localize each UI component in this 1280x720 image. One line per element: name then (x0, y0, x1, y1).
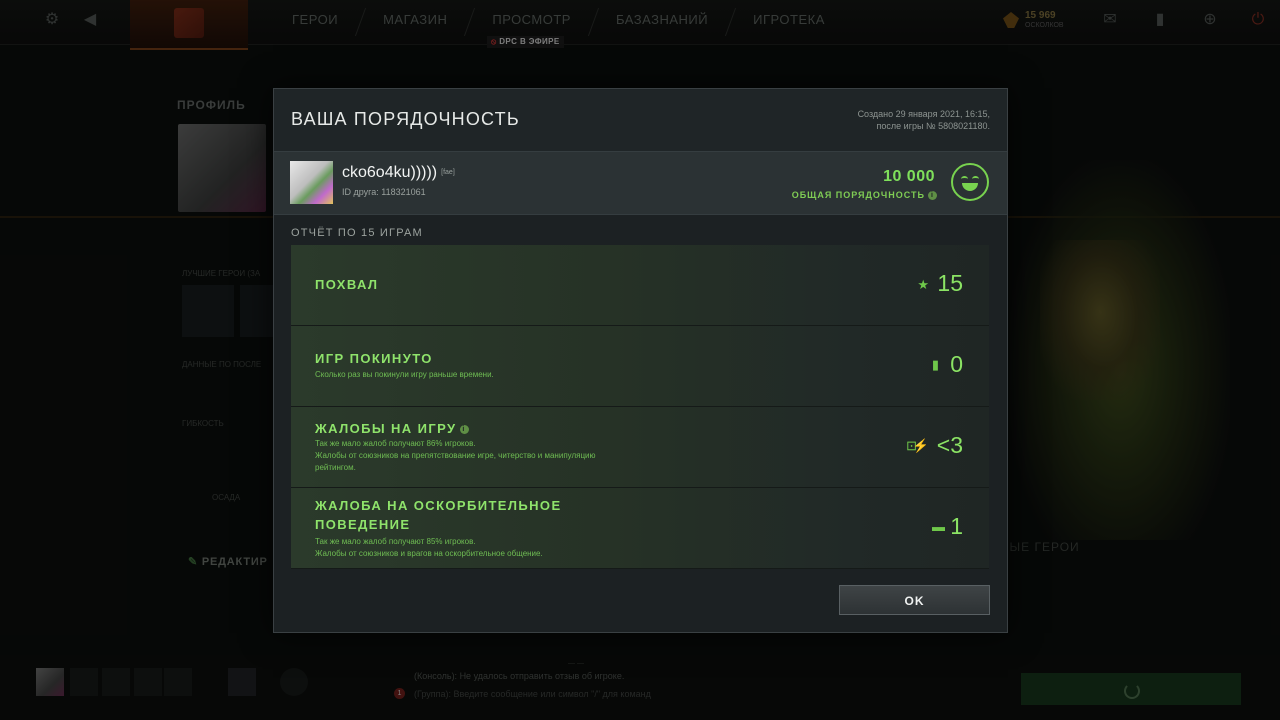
card-description: Так же мало жалоб получают 86% игроков. (315, 439, 476, 448)
card-description: Так же мало жалоб получают 85% игроков. (315, 537, 476, 546)
score-label-text: ОБЩАЯ ПОРЯДОЧНОСТЬ (791, 190, 925, 200)
player-row: cko6o4ku))))) [fae] ID друга: 118321061 1… (274, 151, 1007, 215)
exit-icon: ▮ (931, 357, 939, 372)
created-line: после игры № 5808021180. (876, 121, 990, 131)
player-tag: [fae] (441, 169, 455, 176)
card-value: <3 (936, 432, 963, 458)
card-description: Сколько раз вы покинули игру раньше врем… (315, 370, 494, 379)
lightning-icon: ⚡ (912, 438, 929, 453)
smiley-face-icon (951, 163, 989, 201)
player-name-text: cko6o4ku))))) (342, 164, 438, 181)
star-icon: ★ (917, 277, 929, 292)
card-title: ЖАЛОБА НА ОСКОРБИТЕЛЬНОЕ ПОВЕДЕНИЕ (315, 498, 562, 532)
ok-button[interactable]: OK (839, 585, 990, 615)
card-value: 1 (950, 513, 963, 539)
smiley-eye (961, 176, 968, 182)
chat-icon: ▬ (932, 519, 945, 534)
player-name: cko6o4ku))))) [fae] (342, 164, 455, 182)
modal-title: ВАША ПОРЯДОЧНОСТЬ (291, 109, 520, 129)
card-value: 15 (937, 270, 963, 296)
info-icon[interactable]: i (459, 425, 469, 435)
smiley-eye (972, 176, 979, 182)
created-line: Создано 29 января 2021, 16:15, (857, 109, 990, 119)
report-title: ОТЧЁТ ПО 15 ИГРАМ (291, 227, 423, 239)
info-icon[interactable]: i (928, 191, 937, 201)
card-title: ЖАЛОБЫ НА ИГРУ i (315, 421, 469, 436)
conduct-score-label: ОБЩАЯ ПОРЯДОЧНОСТЬ i (791, 190, 937, 201)
card-description: Жалобы от союзников на препятствование и… (315, 451, 596, 472)
card-value: 0 (950, 351, 963, 377)
friend-id: ID друга: 118321061 (342, 187, 426, 197)
card-abandons: ИГР ПОКИНУТО Сколько раз вы покинули игр… (291, 326, 989, 407)
conduct-modal: ВАША ПОРЯДОЧНОСТЬ Создано 29 января 2021… (273, 88, 1008, 633)
player-avatar (290, 161, 333, 204)
created-info: Создано 29 января 2021, 16:15, после игр… (770, 108, 990, 132)
card-commends: ПОХВАЛ ★ 15 (291, 245, 989, 326)
conduct-score: 10 000 (883, 168, 935, 185)
card-title: ИГР ПОКИНУТО (315, 351, 433, 366)
card-title-text: ЖАЛОБЫ НА ИГРУ (315, 421, 457, 436)
modal-header: ВАША ПОРЯДОЧНОСТЬ Создано 29 января 2021… (274, 89, 1007, 151)
card-comm-reports: ЖАЛОБА НА ОСКОРБИТЕЛЬНОЕ ПОВЕДЕНИЕ Так ж… (291, 488, 989, 569)
card-reports: ЖАЛОБЫ НА ИГРУ i Так же мало жалоб получа… (291, 407, 989, 488)
smiley-mouth (962, 183, 978, 191)
card-title: ПОХВАЛ (315, 277, 379, 292)
card-description: Жалобы от союзников и врагов на оскорбит… (315, 549, 543, 558)
report-cards: ПОХВАЛ ★ 15 ИГР ПОКИНУТО Сколько раз вы … (291, 245, 989, 569)
